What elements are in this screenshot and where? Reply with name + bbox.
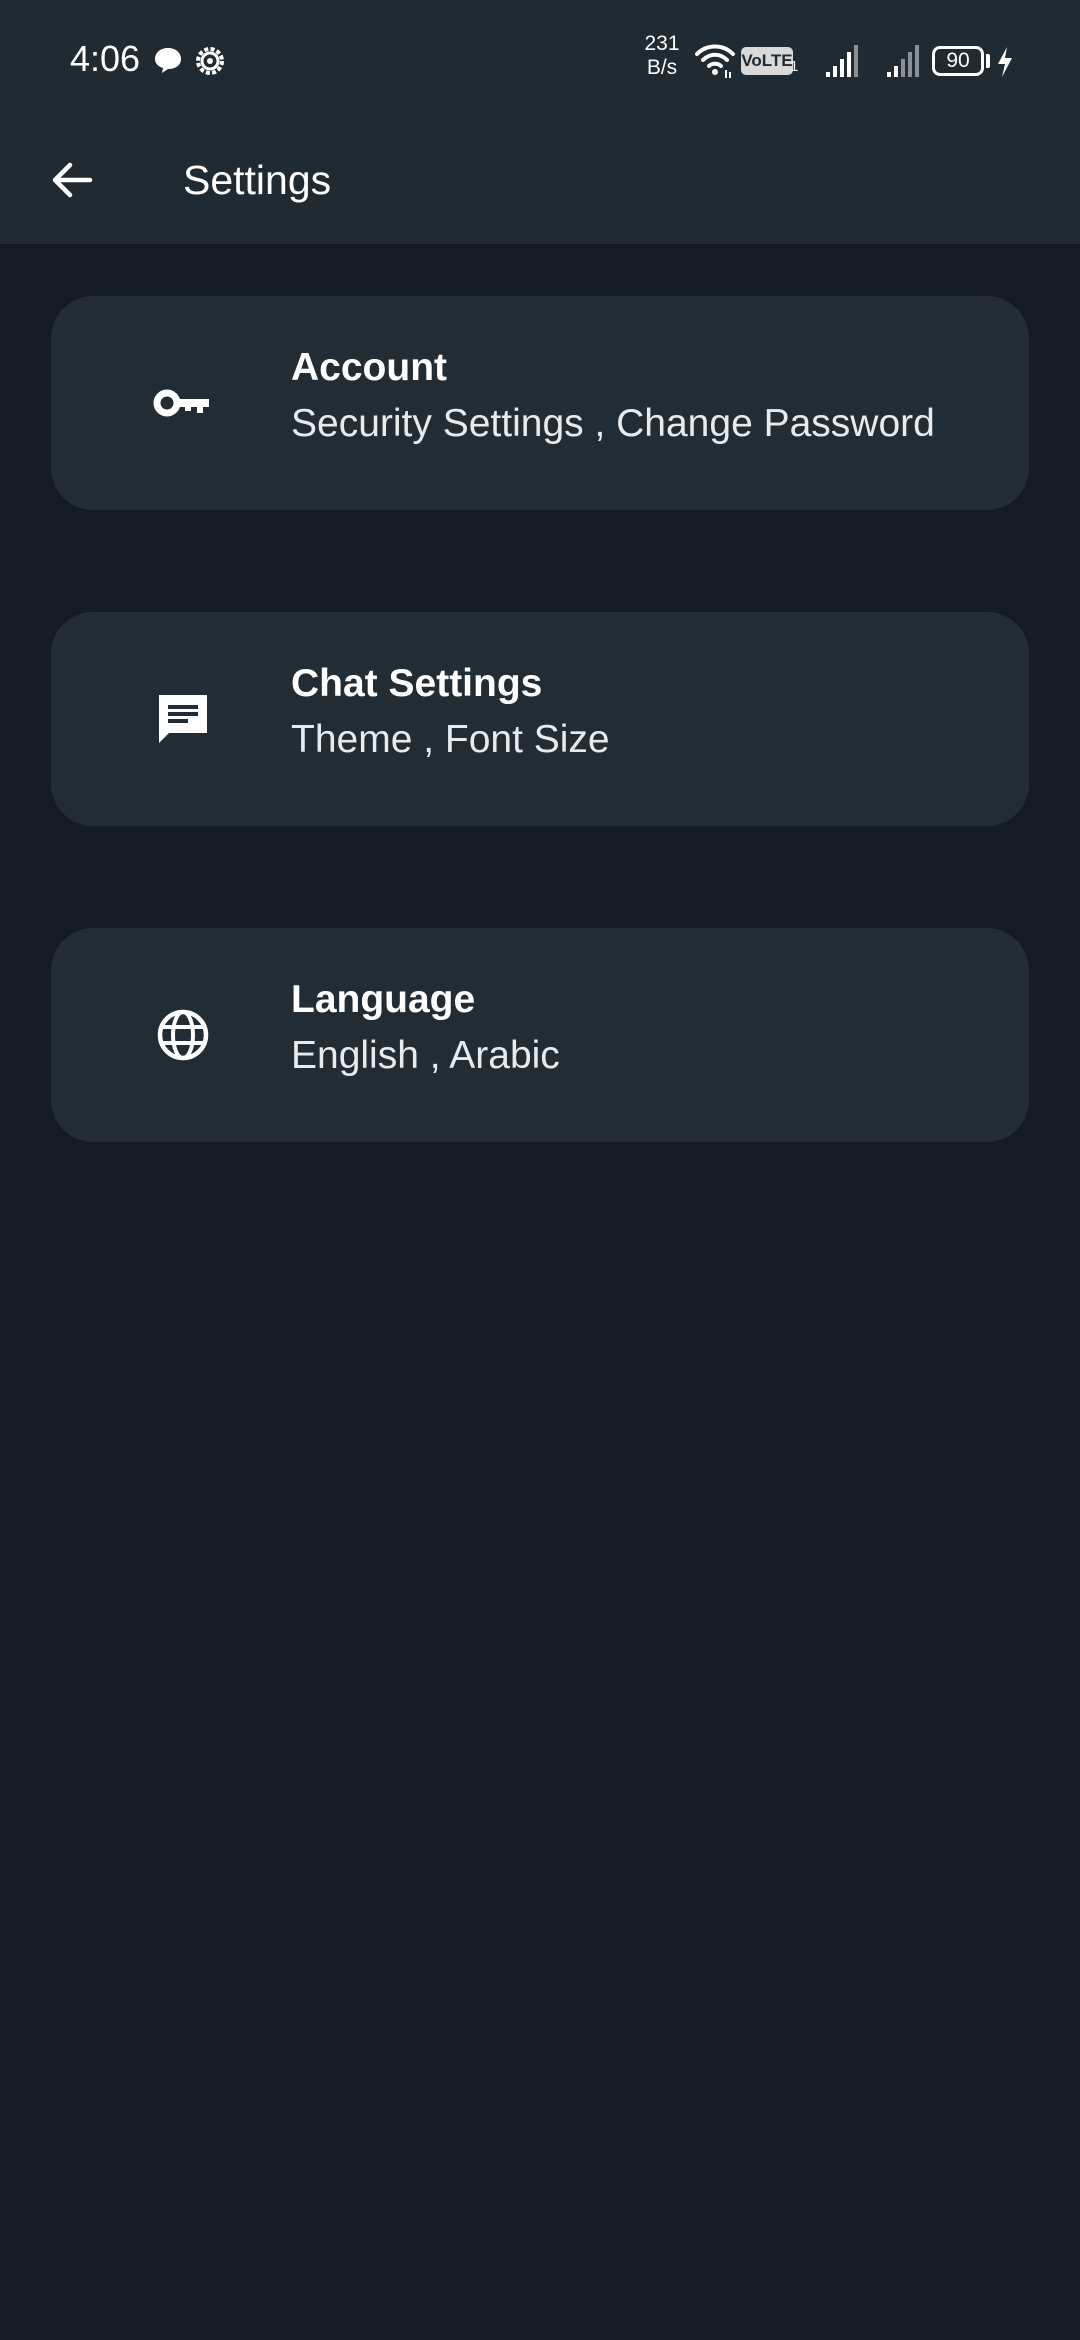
- signal-sim2-icon: [885, 44, 921, 100]
- settings-item-chat-settings[interactable]: Chat Settings Theme , Font Size: [51, 612, 1029, 826]
- settings-item-subtitle: English , Arabic: [291, 1034, 560, 1077]
- status-bar: 4:06 231 B/s VoLTE 1 90: [0, 0, 1080, 120]
- status-time: 4:06: [70, 38, 141, 79]
- signal-sim1-icon: [824, 44, 860, 100]
- settings-item-account[interactable]: Account Security Settings , Change Passw…: [51, 296, 1029, 510]
- key-icon: [150, 370, 216, 436]
- network-speed-unit: B/s: [646, 56, 678, 79]
- sim-index: 1: [790, 58, 799, 75]
- arrow-back-icon: [48, 156, 96, 209]
- battery-tip: [986, 54, 990, 68]
- settings-item-subtitle: Security Settings , Change Password: [291, 402, 935, 445]
- charging-bolt-icon: [996, 46, 1014, 102]
- settings-item-title: Account: [291, 346, 447, 389]
- settings-item-title: Chat Settings: [291, 662, 543, 705]
- back-button[interactable]: [30, 140, 114, 224]
- settings-item-title: Language: [291, 978, 476, 1021]
- battery-indicator: 90: [932, 46, 984, 76]
- settings-item-language[interactable]: Language English , Arabic: [51, 928, 1029, 1142]
- volte-badge: VoLTE: [741, 47, 793, 75]
- gear-notification-icon: [191, 42, 229, 85]
- wifi-icon: [694, 40, 736, 96]
- page-title: Settings: [183, 157, 332, 203]
- app-bar: Settings: [0, 120, 1080, 244]
- network-speed-value: 231: [644, 32, 680, 55]
- globe-icon: [150, 1002, 216, 1068]
- network-speed: 231 B/s: [640, 32, 684, 80]
- chat-message-icon: [150, 686, 216, 752]
- chat-bubble-icon: [152, 44, 184, 81]
- settings-item-subtitle: Theme , Font Size: [291, 718, 610, 761]
